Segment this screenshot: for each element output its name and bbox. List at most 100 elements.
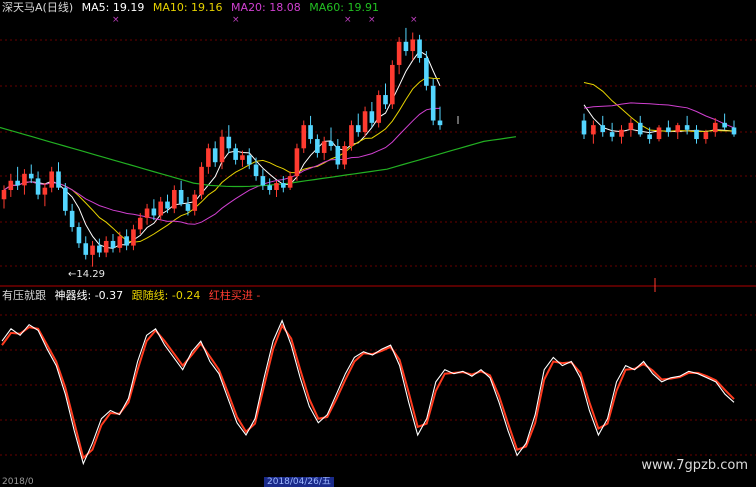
candle-down bbox=[212, 148, 218, 163]
candle-up bbox=[117, 236, 123, 248]
shen-line-value: 神器线: -0.37 bbox=[54, 289, 124, 302]
candle-up bbox=[294, 148, 300, 177]
candle-up bbox=[206, 148, 211, 167]
candle-down bbox=[253, 164, 259, 177]
candle-down bbox=[185, 203, 191, 211]
ma20-line bbox=[583, 102, 735, 129]
candle-up bbox=[219, 136, 225, 163]
x-marker-icon: × bbox=[232, 15, 240, 25]
candle-down bbox=[76, 227, 82, 244]
candle-down bbox=[694, 129, 699, 140]
candle-up bbox=[410, 39, 416, 52]
candle-down bbox=[246, 155, 252, 165]
candle-down bbox=[684, 125, 690, 130]
x-marker-icon: × bbox=[368, 15, 376, 25]
x-marker-icon: × bbox=[344, 15, 352, 25]
candle-up bbox=[49, 171, 54, 188]
candle-up bbox=[192, 194, 198, 211]
ma20-value: MA20: 18.08 bbox=[231, 1, 301, 14]
candle-up bbox=[362, 111, 368, 133]
indicator-name: 有压就跟 bbox=[2, 289, 46, 302]
candle-up bbox=[274, 183, 279, 190]
signal-label: 红柱买进 - bbox=[208, 289, 261, 302]
candle-down bbox=[369, 111, 375, 123]
candle-up bbox=[158, 201, 163, 216]
price-legend: 深天马A(日线) MA5: 19.19 MA10: 19.16 MA20: 18… bbox=[2, 1, 384, 14]
candle-up bbox=[287, 176, 293, 188]
candle-down bbox=[15, 180, 20, 186]
ma5-value: MA5: 19.19 bbox=[81, 1, 145, 14]
candle-down bbox=[647, 134, 652, 140]
moving-average-lines bbox=[0, 50, 735, 249]
candle-down bbox=[731, 127, 737, 135]
candle-up bbox=[342, 146, 347, 165]
candle-down bbox=[609, 132, 615, 137]
candle-down bbox=[63, 187, 68, 211]
candle-up bbox=[172, 190, 177, 209]
candle-up bbox=[376, 95, 381, 123]
candle-down bbox=[97, 245, 102, 253]
candle-down bbox=[56, 171, 61, 188]
candle-up bbox=[137, 217, 143, 230]
candle-up bbox=[390, 64, 395, 105]
shen-line bbox=[1, 319, 735, 466]
low-price-label: ←14.29 bbox=[68, 269, 106, 280]
candle-up bbox=[675, 125, 681, 133]
candle-down bbox=[260, 176, 266, 186]
candle-down bbox=[430, 85, 436, 121]
date-axis-left: 2018/0 bbox=[2, 477, 34, 487]
stock-title: 深天马A(日线) bbox=[2, 1, 74, 14]
candle-down bbox=[28, 173, 34, 179]
candle-up bbox=[240, 155, 245, 160]
candle-down bbox=[178, 190, 184, 204]
ma10-line bbox=[583, 82, 734, 133]
candle-down bbox=[151, 208, 157, 216]
candle-up bbox=[144, 208, 150, 218]
candle-down bbox=[355, 125, 361, 133]
candle-down bbox=[315, 139, 320, 153]
candle-up bbox=[703, 132, 709, 140]
candle-up bbox=[591, 125, 596, 135]
candle-down bbox=[424, 58, 429, 86]
candle-up bbox=[628, 122, 634, 130]
oscillator-panel bbox=[1, 319, 735, 466]
candle-down bbox=[83, 243, 89, 255]
candle-down bbox=[722, 122, 727, 128]
candle-up bbox=[103, 240, 109, 253]
watermark-text: www.7gpzb.com bbox=[641, 458, 748, 473]
follow-line-value: 跟随线: -0.24 bbox=[131, 289, 201, 302]
candle-down bbox=[267, 185, 272, 190]
candle-down bbox=[226, 136, 232, 149]
candle-up bbox=[90, 245, 95, 255]
signal-markers: × × × × × bbox=[112, 15, 656, 292]
ma10-value: MA10: 19.16 bbox=[152, 1, 223, 14]
candle-up bbox=[22, 173, 27, 186]
ma60-value: MA60: 19.91 bbox=[309, 1, 379, 14]
follow-line bbox=[1, 323, 735, 460]
candle-down bbox=[417, 39, 422, 58]
candle-up bbox=[1, 190, 7, 200]
candle-up bbox=[42, 187, 48, 195]
indicator-legend: 有压就跟 神器线: -0.37 跟随线: -0.24 红柱买进 - bbox=[2, 289, 265, 302]
x-marker-icon: × bbox=[410, 15, 418, 25]
candle-up bbox=[199, 166, 204, 195]
candle-up bbox=[349, 125, 354, 146]
stock-chart-window: × × × × × 深天马A(日线) MA5: 19.19 MA10: 19.16 MA… bbox=[0, 0, 756, 487]
candle-down bbox=[335, 146, 341, 165]
candle-down bbox=[581, 120, 587, 135]
candle-up bbox=[712, 122, 718, 133]
candle-up bbox=[131, 229, 136, 246]
ma60-line bbox=[0, 126, 517, 188]
candle-down bbox=[281, 183, 286, 188]
candle-down bbox=[403, 41, 409, 52]
candle-down bbox=[328, 141, 334, 146]
candle-down bbox=[383, 95, 388, 105]
chart-canvas: × × × × × bbox=[0, 15, 756, 466]
candle-down bbox=[124, 236, 129, 246]
candle-down bbox=[666, 127, 671, 133]
x-marker-icon: × bbox=[112, 15, 120, 25]
candle-up bbox=[619, 129, 624, 137]
candle-down bbox=[165, 201, 170, 209]
candle-down bbox=[308, 125, 313, 140]
candlestick-series bbox=[1, 27, 737, 267]
